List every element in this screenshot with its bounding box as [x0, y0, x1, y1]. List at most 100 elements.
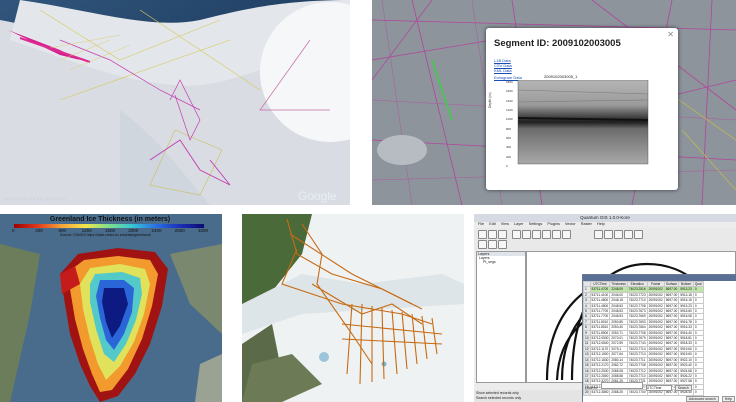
table-cell[interactable]: 53711.4800: [589, 297, 611, 304]
table-cell[interactable]: 5697.00: [663, 318, 680, 326]
new-project-button[interactable]: [478, 230, 487, 239]
layer-pt-segs[interactable]: Pt_segs: [477, 260, 525, 264]
table-cell[interactable]: 74023.7708: [626, 302, 648, 310]
menu-view[interactable]: View: [501, 222, 509, 226]
table-row[interactable]: 5 53711.7700 2048.53 74023.7673 20091002 5697…: [583, 307, 704, 315]
table-cell[interactable]: 5923.40: [678, 362, 694, 369]
table-cell[interactable]: 53712.0840: [589, 340, 611, 347]
zoom-full-button[interactable]: [542, 230, 551, 239]
menu-plugins[interactable]: Plugins: [547, 222, 559, 226]
table-cell[interactable]: 5697.00: [663, 356, 680, 364]
search-button[interactable]: Search: [674, 385, 692, 391]
zoom-out-button[interactable]: [532, 230, 541, 239]
table-cell[interactable]: 53712.2800: [589, 372, 611, 380]
table-cell[interactable]: 5916.33: [678, 324, 694, 331]
table-cell[interactable]: 20091002: [646, 367, 665, 374]
table-row[interactable]: 2 53711.4100 2046.00 74023.7723 20091002 5697…: [583, 291, 704, 299]
column-header[interactable]: Surface: [663, 280, 680, 288]
identify-button[interactable]: [552, 230, 561, 239]
table-cell[interactable]: 5918.81: [678, 335, 694, 342]
table-cell[interactable]: 5924.68: [678, 367, 694, 374]
table-cell[interactable]: 53711.4700: [589, 286, 611, 293]
table-cell[interactable]: 5913.23: [678, 286, 694, 293]
table-cell[interactable]: 5926.22: [678, 372, 694, 380]
table-cell[interactable]: 5697.00: [663, 362, 680, 369]
attribute-table[interactable]: UTCTime Thickness Elevation Frame Surface Bot…: [583, 280, 704, 396]
table-cell[interactable]: 20091002: [646, 372, 665, 380]
table-cell[interactable]: 5697.00: [663, 340, 680, 347]
table-cell[interactable]: 20091002: [646, 291, 665, 299]
table-cell[interactable]: 74023.7664: [626, 324, 648, 331]
table-cell[interactable]: 0: [692, 389, 704, 396]
table-cell[interactable]: 20091002: [646, 302, 665, 310]
table-cell[interactable]: 74023.7693: [626, 318, 648, 326]
table-cell[interactable]: 5916.78: [678, 318, 694, 326]
table-row[interactable]: 17 53712.2800 2088.58 74023.7710 20091002 569…: [583, 372, 704, 380]
table-cell[interactable]: 5697.00: [663, 329, 680, 337]
table-cell[interactable]: 53712.2170: [589, 362, 611, 369]
table-cell[interactable]: 20091002: [646, 340, 665, 347]
table-cell[interactable]: 5919.60: [678, 345, 694, 353]
table-cell[interactable]: 5697.00: [663, 324, 680, 331]
table-cell[interactable]: 20091002: [646, 335, 665, 342]
table-cell[interactable]: 74023.7711: [626, 356, 648, 364]
attribute-table-button[interactable]: [604, 230, 613, 239]
table-cell[interactable]: 74023.2516: [626, 286, 648, 293]
menu-settings[interactable]: Settings: [529, 222, 543, 226]
menu-layer[interactable]: Layer: [514, 222, 524, 226]
table-row[interactable]: 14 53712.1830 2080.14 74023.7711 20091002 569…: [583, 356, 704, 364]
table-row[interactable]: 15 53712.2170 2082.72 74023.7708 20091002 569…: [583, 362, 704, 369]
table-row[interactable]: 12 53712.1170 2075.1 74023.7714 20091002 5697…: [583, 345, 704, 353]
zoom-in-button[interactable]: [522, 230, 531, 239]
table-cell[interactable]: 74023.7708: [626, 329, 648, 337]
table-cell[interactable]: 5916.40: [678, 329, 694, 337]
menu-file[interactable]: File: [478, 222, 484, 226]
add-vector-button[interactable]: [478, 240, 487, 249]
table-cell[interactable]: 74023.7714: [626, 345, 648, 353]
table-cell[interactable]: 5697.00: [663, 351, 680, 358]
table-cell[interactable]: 53711.8010: [589, 318, 611, 326]
table-cell[interactable]: 5697.00: [663, 372, 680, 380]
table-cell[interactable]: 20091002: [646, 318, 665, 326]
table-cell[interactable]: 53711.4100: [589, 291, 611, 299]
google-earth-antarctica-panel[interactable]: Google Data SIO, NOAA, U.S. Navy, NGA, G…: [0, 0, 350, 205]
open-project-button[interactable]: [488, 230, 497, 239]
table-cell[interactable]: 53712.0530: [589, 335, 611, 342]
table-row[interactable]: 7 53711.8010 2050.85 74023.7693 20091002 5697…: [583, 318, 704, 326]
table-cell[interactable]: 53711.7700: [589, 307, 611, 315]
table-cell[interactable]: 5913.18: [678, 291, 694, 299]
table-row[interactable]: 13 53712.1500 2077.64 74023.7713 20091002 569…: [583, 351, 704, 358]
measure-button[interactable]: [594, 230, 603, 239]
status-show-selected[interactable]: Show selected records only: [476, 391, 519, 395]
table-cell[interactable]: 74023.7710: [626, 297, 648, 304]
table-row[interactable]: 16 53712.2530 2085.08 74023.7712 20091002 569…: [583, 367, 704, 374]
menu-vector[interactable]: Vector: [565, 222, 576, 226]
menu-help[interactable]: Help: [597, 222, 605, 226]
segment-map-panel[interactable]: ✕ Segment ID: 2009102003005 L1B Data CSV…: [372, 0, 736, 205]
table-cell[interactable]: 5697.00: [663, 286, 680, 293]
table-cell[interactable]: 5697.00: [663, 335, 680, 342]
table-row[interactable]: 4 53711.4500 2048.53 74023.7708 20091002 5697…: [583, 302, 704, 310]
table-cell[interactable]: 5915.15: [678, 297, 694, 304]
table-cell[interactable]: 5919.60: [678, 351, 694, 358]
table-row[interactable]: 8 53711.8510 2053.40 74023.7664 20091002 5697…: [583, 324, 704, 331]
table-cell[interactable]: 53711.8900: [589, 329, 611, 337]
table-cell[interactable]: 5697.00: [663, 302, 680, 310]
table-cell[interactable]: 74023.7669: [626, 313, 648, 320]
table-cell[interactable]: 20091002: [646, 313, 665, 320]
table-row[interactable]: 11 53712.0840 2072.59 74023.7743 20091002 569…: [583, 340, 704, 347]
kml-data-link[interactable]: KML Data: [494, 68, 512, 73]
table-cell[interactable]: 74023.7710: [626, 372, 648, 380]
table-cell[interactable]: 53712.2530: [589, 367, 611, 374]
table-cell[interactable]: 20091002: [646, 345, 665, 353]
table-cell[interactable]: 53711.4500: [589, 302, 611, 310]
table-row[interactable]: 3 53711.4800 2048.18 74023.7710 20091002 5697…: [583, 297, 704, 304]
table-cell[interactable]: 74023.7673: [626, 307, 648, 315]
help-button[interactable]: Help: [721, 396, 735, 402]
table-cell[interactable]: 53712.1500: [589, 351, 611, 358]
zoom-selection-button[interactable]: [614, 230, 623, 239]
table-row[interactable]: 6 53711.7700 2048.53 74023.7669 20091002 5697…: [583, 313, 704, 320]
table-cell[interactable]: 74023.7712: [626, 367, 648, 374]
table-cell[interactable]: 5697.00: [663, 307, 680, 315]
table-cell[interactable]: 74023.7723: [626, 291, 648, 299]
